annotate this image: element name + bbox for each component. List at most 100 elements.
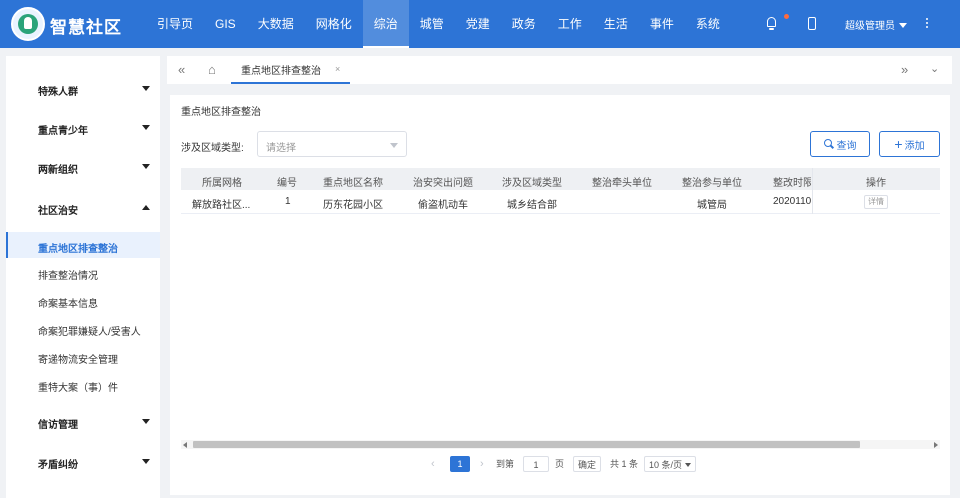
- horizontal-scrollbar[interactable]: [181, 440, 940, 449]
- bell-icon[interactable]: [765, 14, 789, 32]
- plus-icon: +: [894, 136, 903, 152]
- nav-bigdata[interactable]: 大数据: [247, 0, 305, 48]
- add-button-label: 添加: [904, 140, 925, 152]
- table-row[interactable]: 解放路社区... 1 历东花园小区 偷盗机动车 城乡结合部 城管局 202011…: [181, 190, 940, 214]
- nav-party[interactable]: 党建: [455, 0, 501, 48]
- logo: [11, 7, 45, 41]
- region-type-select[interactable]: 请选择: [257, 131, 407, 157]
- sidebar-group-disputes[interactable]: 矛盾纠纷: [6, 443, 160, 481]
- cell-security-issue: 偷盗机动车: [418, 200, 468, 211]
- mobile-icon[interactable]: [806, 16, 820, 32]
- page-unit-label: 页: [555, 459, 565, 469]
- sidebar-group-label: 两新组织: [38, 165, 78, 176]
- search-icon: [823, 139, 834, 149]
- tab-label: 重点地区排查整治: [241, 65, 321, 77]
- nav-government[interactable]: 政务: [501, 0, 547, 48]
- cell-area-name: 历东花园小区: [323, 200, 383, 211]
- scrollbar-thumb[interactable]: [193, 441, 860, 448]
- detail-button[interactable]: 详情: [864, 195, 888, 209]
- chevron-down-icon: [390, 143, 398, 148]
- nav-grid[interactable]: 网格化: [305, 0, 363, 48]
- column-header: 所属网格: [202, 178, 242, 189]
- sidebar-item-label: 命案犯罪嫌疑人/受害人: [38, 327, 141, 338]
- caret-up-icon: [142, 205, 150, 210]
- page-size-label: 10 条/页: [648, 460, 682, 470]
- cell-deadline: 20201106: [773, 196, 811, 207]
- user-menu[interactable]: 超级管理员: [845, 17, 907, 32]
- column-header: 整治参与单位: [682, 178, 742, 189]
- goto-page-input[interactable]: 1: [523, 456, 549, 472]
- nav-guide[interactable]: 引导页: [146, 0, 204, 48]
- column-header: 涉及区域类型: [502, 178, 562, 189]
- search-button[interactable]: 查询: [810, 131, 870, 157]
- sidebar-item-label: 重特大案（事）件: [38, 383, 118, 394]
- sidebar-item-logistics-safety[interactable]: 寄递物流安全管理: [6, 343, 160, 369]
- sidebar: 特殊人群 重点青少年 两新组织 社区治安 重点地区排查整治 排查整治情况 命案基…: [6, 56, 160, 498]
- cell-grid: 解放路社区...: [192, 200, 251, 211]
- sidebar-item-label: 命案基本信息: [38, 299, 98, 310]
- scroll-right-icon[interactable]: [934, 442, 938, 448]
- user-name: 超级管理员: [845, 21, 895, 32]
- home-icon[interactable]: ⌂: [208, 63, 216, 76]
- nav-life[interactable]: 生活: [593, 0, 639, 48]
- nav-urban[interactable]: 城管: [409, 0, 455, 48]
- page-size-select[interactable]: 10 条/页: [644, 456, 696, 472]
- sidebar-group-key-youth[interactable]: 重点青少年: [6, 109, 160, 147]
- select-placeholder: 请选择: [266, 143, 296, 154]
- sidebar-item-suspect-victim[interactable]: 命案犯罪嫌疑人/受害人: [6, 315, 160, 341]
- caret-down-icon: [142, 86, 150, 91]
- table-header: 所属网格 编号 重点地区名称 治安突出问题 涉及区域类型 整治牵头单位 整治参与…: [181, 168, 940, 190]
- caret-down-icon: [899, 23, 907, 28]
- fixed-column-divider: [812, 168, 813, 214]
- filter-label: 涉及区域类型:: [181, 143, 244, 154]
- cell-number: 1: [285, 196, 291, 207]
- tab-key-area-inspection[interactable]: 重点地区排查整治 ×: [231, 56, 351, 84]
- total-count: 共 1 条: [610, 459, 639, 469]
- sidebar-group-special-population[interactable]: 特殊人群: [6, 70, 160, 108]
- sidebar-item-label: 寄递物流安全管理: [38, 355, 118, 366]
- nav-comprehensive[interactable]: 综治: [362, 0, 409, 48]
- more-vertical-icon[interactable]: [926, 18, 929, 30]
- sidebar-group-petition[interactable]: 信访管理: [6, 403, 160, 441]
- sidebar-group-label: 特殊人群: [38, 87, 78, 98]
- close-icon[interactable]: ×: [335, 64, 340, 74]
- sidebar-group-label: 社区治安: [38, 206, 78, 217]
- chevron-down-icon: [685, 463, 691, 467]
- sidebar-group-new-orgs[interactable]: 两新组织: [6, 148, 160, 186]
- brand-title: 智慧社区: [50, 18, 122, 37]
- next-page-button[interactable]: ›: [480, 456, 484, 472]
- double-chevron-right-icon[interactable]: »: [901, 63, 908, 76]
- sidebar-item-key-area-inspection[interactable]: 重点地区排查整治: [6, 232, 160, 258]
- sidebar-item-label: 排查整治情况: [38, 271, 98, 282]
- column-header: 整治牵头单位: [592, 178, 652, 189]
- cell-participating-unit: 城管局: [697, 200, 727, 211]
- column-header: 重点地区名称: [323, 178, 383, 189]
- caret-down-icon: [142, 459, 150, 464]
- column-header: 操作: [866, 178, 886, 189]
- caret-down-icon: [142, 164, 150, 169]
- sidebar-group-label: 重点青少年: [38, 126, 88, 137]
- add-button[interactable]: + 添加: [879, 131, 940, 157]
- top-header: 智慧社区 引导页 GIS 大数据 网格化 综治 城管 党建 政务 工作 生活 事…: [0, 0, 960, 48]
- nav-work[interactable]: 工作: [547, 0, 593, 48]
- goto-label: 到第: [496, 459, 515, 469]
- sidebar-item-homicide-info[interactable]: 命案基本信息: [6, 287, 160, 313]
- sidebar-item-major-cases[interactable]: 重特大案（事）件: [6, 371, 160, 397]
- prev-page-button[interactable]: ‹: [431, 456, 435, 472]
- sidebar-group-community-security[interactable]: 社区治安: [6, 189, 160, 227]
- nav-gis[interactable]: GIS: [204, 0, 247, 48]
- nav-system[interactable]: 系统: [685, 0, 731, 48]
- breadcrumb: 重点地区排查整治: [181, 107, 261, 118]
- notification-dot: [784, 14, 789, 19]
- goto-confirm-button[interactable]: 确定: [573, 456, 601, 472]
- nav-events[interactable]: 事件: [639, 0, 685, 48]
- sidebar-group-label: 信访管理: [38, 420, 78, 431]
- page-number-current[interactable]: 1: [450, 456, 470, 472]
- column-header: 编号: [277, 178, 297, 189]
- sidebar-item-inspection-status[interactable]: 排查整治情况: [6, 259, 160, 285]
- chevron-down-icon[interactable]: ⌄: [930, 63, 939, 76]
- caret-down-icon: [142, 419, 150, 424]
- scroll-left-icon[interactable]: [183, 442, 187, 448]
- double-chevron-left-icon[interactable]: «: [178, 63, 185, 76]
- tabs-bar: « ⌂ 重点地区排查整治 × » ⌄: [167, 56, 952, 84]
